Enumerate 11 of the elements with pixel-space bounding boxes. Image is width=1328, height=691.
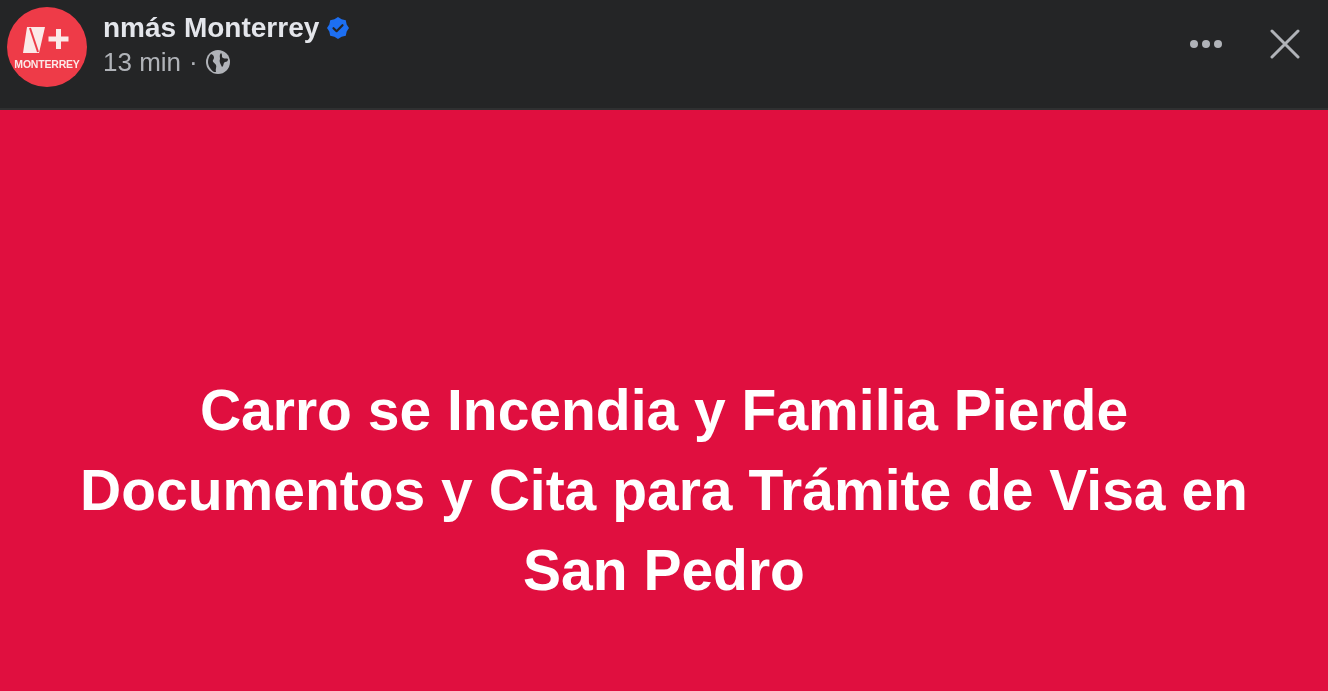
close-icon [1270, 29, 1300, 59]
more-options-button[interactable] [1190, 40, 1222, 48]
logo-mark-icon [23, 24, 71, 55]
headline-text: Carro se Incendia y Familia Pierde Documentos y Cita para Trámite de Visa en San Pedro [79, 377, 1249, 604]
page-name[interactable]: nmás Monterrey [103, 13, 320, 44]
separator-dot: · [189, 47, 198, 77]
post-time[interactable]: 13 min [103, 47, 182, 77]
more-icon [1190, 40, 1222, 48]
close-button[interactable] [1270, 29, 1300, 59]
avatar-logo-text: MONTERREY [14, 58, 80, 70]
globe-icon[interactable] [205, 50, 230, 75]
